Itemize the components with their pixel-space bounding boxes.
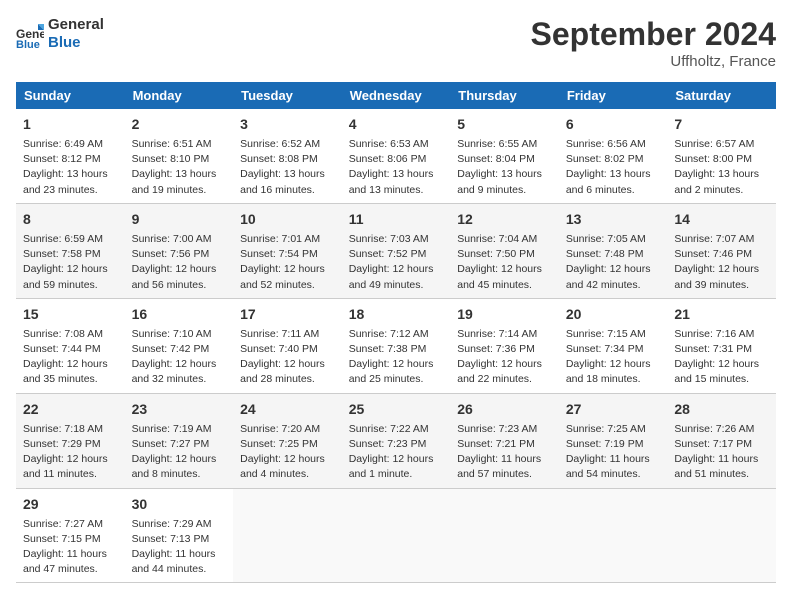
- table-row: 15 Sunrise: 7:08 AMSunset: 7:44 PMDaylig…: [16, 298, 776, 393]
- col-friday: Friday: [559, 82, 668, 109]
- list-item: 21 Sunrise: 7:16 AMSunset: 7:31 PMDaylig…: [667, 298, 776, 393]
- empty-cell: [559, 488, 668, 583]
- list-item: 27 Sunrise: 7:25 AMSunset: 7:19 PMDaylig…: [559, 393, 668, 488]
- logo: General Blue General Blue: [16, 16, 104, 52]
- list-item: 15 Sunrise: 7:08 AMSunset: 7:44 PMDaylig…: [16, 298, 125, 393]
- list-item: 24 Sunrise: 7:20 AMSunset: 7:25 PMDaylig…: [233, 393, 342, 488]
- list-item: 1 Sunrise: 6:49 AMSunset: 8:12 PMDayligh…: [16, 109, 125, 203]
- list-item: 7 Sunrise: 6:57 AMSunset: 8:00 PMDayligh…: [667, 109, 776, 203]
- list-item: 26 Sunrise: 7:23 AMSunset: 7:21 PMDaylig…: [450, 393, 559, 488]
- list-item: 9 Sunrise: 7:00 AMSunset: 7:56 PMDayligh…: [125, 203, 234, 298]
- logo-icon: General Blue: [16, 20, 44, 48]
- empty-cell: [667, 488, 776, 583]
- list-item: 23 Sunrise: 7:19 AMSunset: 7:27 PMDaylig…: [125, 393, 234, 488]
- list-item: 18 Sunrise: 7:12 AMSunset: 7:38 PMDaylig…: [342, 298, 451, 393]
- col-monday: Monday: [125, 82, 234, 109]
- list-item: 13 Sunrise: 7:05 AMSunset: 7:48 PMDaylig…: [559, 203, 668, 298]
- col-wednesday: Wednesday: [342, 82, 451, 109]
- list-item: 8 Sunrise: 6:59 AMSunset: 7:58 PMDayligh…: [16, 203, 125, 298]
- col-tuesday: Tuesday: [233, 82, 342, 109]
- list-item: 3 Sunrise: 6:52 AMSunset: 8:08 PMDayligh…: [233, 109, 342, 203]
- list-item: 5 Sunrise: 6:55 AMSunset: 8:04 PMDayligh…: [450, 109, 559, 203]
- list-item: 29 Sunrise: 7:27 AMSunset: 7:15 PMDaylig…: [16, 488, 125, 583]
- list-item: 30 Sunrise: 7:29 AMSunset: 7:13 PMDaylig…: [125, 488, 234, 583]
- logo-line1: General: [48, 16, 104, 34]
- title-block: September 2024 Uffholtz, France: [531, 16, 776, 70]
- col-sunday: Sunday: [16, 82, 125, 109]
- page-header: General Blue General Blue September 2024…: [16, 16, 776, 70]
- location: Uffholtz, France: [531, 53, 776, 70]
- list-item: 28 Sunrise: 7:26 AMSunset: 7:17 PMDaylig…: [667, 393, 776, 488]
- empty-cell: [450, 488, 559, 583]
- list-item: 10 Sunrise: 7:01 AMSunset: 7:54 PMDaylig…: [233, 203, 342, 298]
- list-item: 4 Sunrise: 6:53 AMSunset: 8:06 PMDayligh…: [342, 109, 451, 203]
- svg-text:Blue: Blue: [16, 39, 40, 48]
- list-item: 14 Sunrise: 7:07 AMSunset: 7:46 PMDaylig…: [667, 203, 776, 298]
- col-thursday: Thursday: [450, 82, 559, 109]
- list-item: 11 Sunrise: 7:03 AMSunset: 7:52 PMDaylig…: [342, 203, 451, 298]
- empty-cell: [233, 488, 342, 583]
- list-item: 20 Sunrise: 7:15 AMSunset: 7:34 PMDaylig…: [559, 298, 668, 393]
- logo-line2: Blue: [48, 34, 104, 52]
- list-item: 22 Sunrise: 7:18 AMSunset: 7:29 PMDaylig…: [16, 393, 125, 488]
- list-item: 12 Sunrise: 7:04 AMSunset: 7:50 PMDaylig…: [450, 203, 559, 298]
- list-item: 19 Sunrise: 7:14 AMSunset: 7:36 PMDaylig…: [450, 298, 559, 393]
- list-item: 2 Sunrise: 6:51 AMSunset: 8:10 PMDayligh…: [125, 109, 234, 203]
- table-row: 29 Sunrise: 7:27 AMSunset: 7:15 PMDaylig…: [16, 488, 776, 583]
- list-item: 6 Sunrise: 6:56 AMSunset: 8:02 PMDayligh…: [559, 109, 668, 203]
- table-row: 22 Sunrise: 7:18 AMSunset: 7:29 PMDaylig…: [16, 393, 776, 488]
- table-row: 1 Sunrise: 6:49 AMSunset: 8:12 PMDayligh…: [16, 109, 776, 203]
- list-item: 25 Sunrise: 7:22 AMSunset: 7:23 PMDaylig…: [342, 393, 451, 488]
- col-saturday: Saturday: [667, 82, 776, 109]
- empty-cell: [342, 488, 451, 583]
- month-title: September 2024: [531, 16, 776, 53]
- list-item: 17 Sunrise: 7:11 AMSunset: 7:40 PMDaylig…: [233, 298, 342, 393]
- calendar-table: Sunday Monday Tuesday Wednesday Thursday…: [16, 82, 776, 583]
- list-item: 16 Sunrise: 7:10 AMSunset: 7:42 PMDaylig…: [125, 298, 234, 393]
- table-row: 8 Sunrise: 6:59 AMSunset: 7:58 PMDayligh…: [16, 203, 776, 298]
